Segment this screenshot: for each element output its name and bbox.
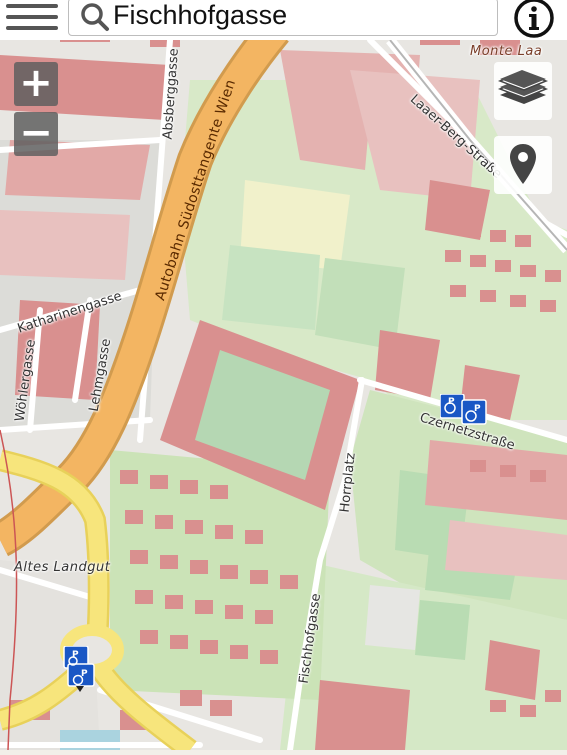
place-label-monte-laa: Monte Laa bbox=[470, 44, 543, 59]
search-input[interactable]: Fischhofgasse bbox=[113, 0, 287, 31]
top-bar: Fischhofgasse bbox=[0, 0, 567, 40]
locate-button[interactable] bbox=[494, 136, 552, 194]
location-pin-icon bbox=[510, 144, 536, 184]
zoom-out-button[interactable]: − bbox=[14, 112, 58, 156]
menu-icon-bar bbox=[6, 26, 58, 30]
map-tiles bbox=[0, 0, 567, 755]
map-canvas[interactable] bbox=[0, 0, 567, 755]
menu-icon bbox=[6, 4, 58, 8]
zoom-in-button[interactable]: + bbox=[14, 62, 58, 106]
search-field[interactable]: Fischhofgasse bbox=[68, 0, 498, 36]
layers-icon bbox=[497, 70, 549, 104]
layers-button[interactable] bbox=[494, 62, 552, 120]
info-icon bbox=[514, 0, 554, 38]
zoom-out-icon: − bbox=[19, 110, 53, 156]
accessible-parking-icon[interactable]: P P bbox=[62, 645, 96, 697]
search-icon bbox=[81, 3, 109, 31]
menu-button[interactable] bbox=[6, 2, 58, 34]
info-button[interactable] bbox=[512, 0, 556, 40]
menu-icon-bar bbox=[6, 15, 58, 19]
zoom-in-icon: + bbox=[19, 60, 53, 106]
accessible-parking-icon[interactable]: P P bbox=[439, 393, 490, 431]
place-label-altes-landgut: Altes Landgut bbox=[14, 560, 111, 575]
